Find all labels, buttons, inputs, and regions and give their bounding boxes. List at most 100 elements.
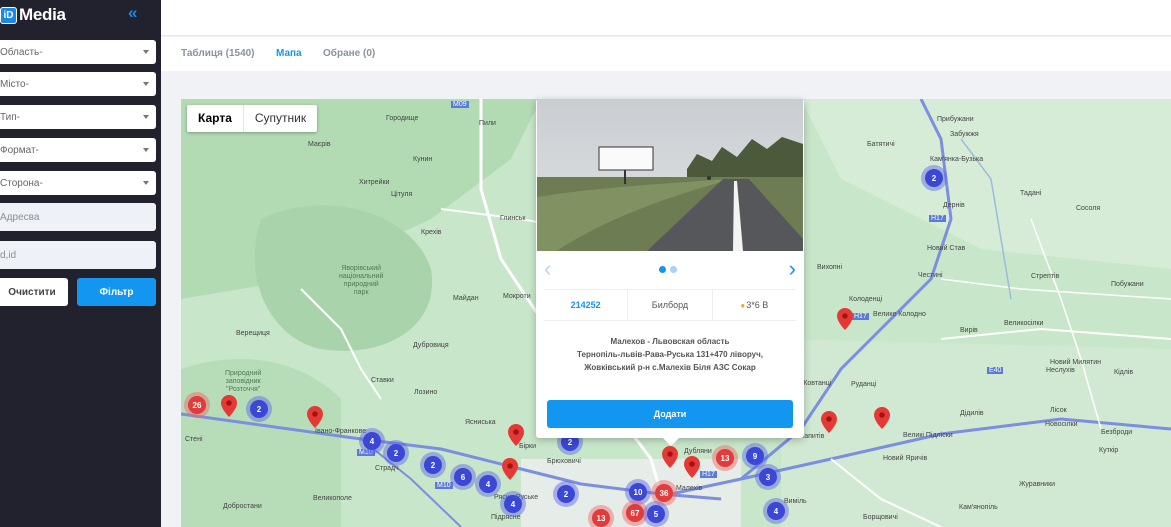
- map-pin-icon[interactable]: [221, 395, 237, 417]
- logo-mark: iD: [0, 6, 17, 24]
- map-cluster[interactable]: 9: [746, 447, 764, 465]
- map-cluster[interactable]: 26: [188, 396, 206, 414]
- park-label-line: природний: [343, 281, 379, 288]
- id-input[interactable]: [0, 241, 156, 269]
- map-cluster[interactable]: 13: [592, 509, 610, 527]
- logo-text: Media: [19, 5, 66, 24]
- place-label: Городище: [386, 115, 419, 122]
- place-label: Кідлів: [1114, 369, 1134, 376]
- map-cluster[interactable]: 6: [454, 468, 472, 486]
- region-select-value: Область-: [0, 46, 43, 58]
- address-input[interactable]: [0, 203, 156, 231]
- map-cluster[interactable]: 4: [767, 502, 785, 520]
- map-pin-icon[interactable]: [874, 407, 890, 429]
- road-badge: M09: [451, 101, 469, 108]
- map-cluster[interactable]: 5: [647, 505, 665, 523]
- billboard-address: Малехов - Львовская область Тернопіль-ль…: [546, 335, 794, 374]
- map-cluster[interactable]: 36: [655, 484, 673, 502]
- place-label: Малехів: [676, 485, 703, 492]
- map-type-map-button[interactable]: Карта: [187, 105, 244, 132]
- map-cluster[interactable]: 13: [716, 449, 734, 467]
- place-label: Прибужани: [937, 116, 974, 123]
- billboard-size: ● 3*6 В: [713, 290, 796, 320]
- billboard-id[interactable]: 214252: [544, 290, 629, 320]
- pagination-dot[interactable]: [670, 266, 677, 273]
- map-pin-icon[interactable]: [502, 458, 518, 480]
- map-cluster[interactable]: 2: [925, 169, 943, 187]
- tab-map[interactable]: Мапа: [276, 48, 302, 59]
- type-select-value: Тип-: [0, 111, 20, 123]
- address-line: Жовківський р-н с.Малехів Біля АЗС Сокар: [584, 363, 756, 372]
- place-label: Великі Підліски: [903, 432, 953, 439]
- place-label: Тадані: [1020, 190, 1042, 197]
- place-label: Підрясне: [491, 514, 521, 521]
- place-label: Верещиця: [236, 330, 270, 337]
- address-line: Малехов - Львовская область: [610, 337, 730, 346]
- tab-table[interactable]: Таблиця (1540): [181, 48, 255, 59]
- caret-down-icon: [143, 115, 149, 119]
- map-cluster[interactable]: 2: [424, 456, 442, 474]
- map-cluster[interactable]: 4: [363, 432, 381, 450]
- collapse-sidebar-icon[interactable]: «: [128, 3, 137, 23]
- place-label: Кунин: [413, 156, 433, 163]
- road-badge: E40: [987, 367, 1004, 374]
- map-pin-icon[interactable]: [821, 411, 837, 433]
- filter-button[interactable]: Фільтр: [77, 278, 156, 306]
- place-label: Страдч: [375, 465, 399, 472]
- place-label: Івано-Франкове: [315, 428, 367, 435]
- map-cluster[interactable]: 2: [557, 485, 575, 503]
- place-label: Дубровиця: [413, 342, 449, 349]
- place-label: Журавники: [1019, 481, 1056, 488]
- place-label: Батятичі: [867, 141, 895, 148]
- place-label: Сосоля: [1076, 205, 1101, 212]
- reserve-label: Природний заповідник "Розточчя": [225, 370, 261, 394]
- place-label: Дернів: [943, 202, 965, 209]
- place-label: Дубляни: [684, 448, 712, 455]
- map-cluster[interactable]: 67: [626, 504, 644, 522]
- view-tabs: Таблиця (1540) Мапа Обране (0): [161, 37, 1171, 71]
- map-pin-icon[interactable]: [307, 406, 323, 428]
- place-label: Мокроти: [503, 293, 531, 300]
- map-pin-icon[interactable]: [508, 424, 524, 446]
- road-badge: M10: [357, 449, 375, 456]
- next-photo-icon[interactable]: ›: [789, 256, 796, 282]
- type-select[interactable]: Тип-: [0, 105, 156, 129]
- place-label: Хитрейки: [359, 179, 390, 186]
- park-label-line: національний: [339, 273, 384, 280]
- tab-favorites[interactable]: Обране (0): [323, 48, 375, 59]
- map-type-satellite-button[interactable]: Супутник: [244, 105, 317, 132]
- clear-button[interactable]: Очистити: [0, 278, 68, 306]
- place-label: Майдан: [453, 295, 479, 302]
- place-label: Кам'янка-Бузька: [930, 156, 984, 163]
- map-cluster[interactable]: 10: [629, 483, 647, 501]
- map-cluster[interactable]: 4: [504, 495, 522, 513]
- map-cluster[interactable]: 4: [479, 475, 497, 493]
- address-line: Тернопіль-львів-Рава-Руська 131+470 ліво…: [577, 350, 763, 359]
- map-pin-icon[interactable]: [837, 308, 853, 330]
- reserve-label-line: заповідник: [225, 378, 261, 385]
- place-label: Борщовичі: [863, 514, 898, 521]
- map-cluster[interactable]: 2: [250, 400, 268, 418]
- map-cluster[interactable]: 3: [759, 468, 777, 486]
- map-pin-icon[interactable]: [662, 446, 678, 468]
- prev-photo-icon[interactable]: ‹: [544, 256, 551, 282]
- pagination-dot[interactable]: [659, 266, 666, 273]
- format-select[interactable]: Формат-: [0, 138, 156, 162]
- add-button[interactable]: Додати: [547, 400, 793, 428]
- place-label: Пили: [479, 120, 496, 127]
- map-pin-icon[interactable]: [684, 456, 700, 478]
- city-select[interactable]: Місто-: [0, 72, 156, 96]
- map-cluster[interactable]: 2: [387, 444, 405, 462]
- caret-down-icon: [143, 82, 149, 86]
- place-label: Забужжя: [950, 131, 979, 138]
- format-select-value: Формат-: [0, 144, 39, 156]
- road-badge: H17: [929, 215, 946, 222]
- place-label: Глинськ: [500, 215, 526, 222]
- side-select[interactable]: Сторона-: [0, 171, 156, 195]
- region-select[interactable]: Область-: [0, 40, 156, 64]
- app-logo[interactable]: iD Media: [0, 4, 66, 26]
- billboard-popup: ‹ › 214252 Билборд ● 3*6 В Малехов - Льв…: [536, 99, 804, 446]
- place-label: Честині: [918, 272, 943, 279]
- place-label: Вирів: [960, 327, 978, 334]
- place-label: Ставки: [371, 377, 394, 384]
